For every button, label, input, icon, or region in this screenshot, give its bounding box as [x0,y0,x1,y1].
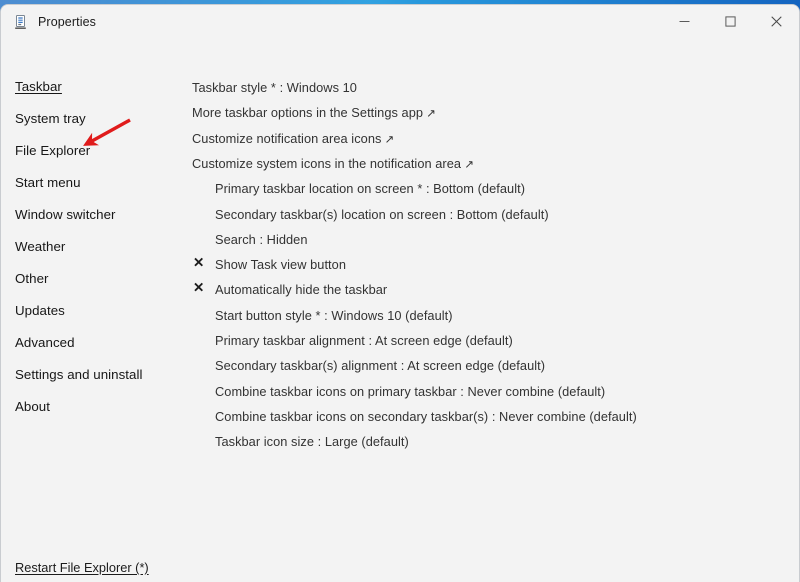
sidebar-item-window-switcher[interactable]: Window switcher [15,207,116,222]
sidebar-item-taskbar[interactable]: Taskbar [15,79,62,94]
sidebar-item-other[interactable]: Other [15,271,49,286]
option-label: Combine taskbar icons on primary taskbar… [215,383,606,399]
x-mark-icon: ✕ [193,255,205,271]
option-row[interactable]: Primary taskbar location on screen * : B… [215,181,525,196]
option-row[interactable]: Search : Hidden [215,232,308,247]
window-controls [661,5,799,38]
options-list: Taskbar style * : Windows 10 More taskbar… [187,38,799,582]
option-label: Combine taskbar icons on secondary taskb… [215,408,637,424]
option-row[interactable]: Taskbar style * : Windows 10 [192,80,357,95]
option-label: Secondary taskbar(s) location on screen … [215,206,549,222]
option-label: More taskbar options in the Settings app [192,105,424,121]
option-label: Secondary taskbar(s) alignment : At scre… [215,358,546,374]
option-label: Taskbar icon size : Large (default) [215,434,409,450]
sidebar-item-weather[interactable]: Weather [15,239,65,254]
option-label: Automatically hide the taskbar [215,282,388,298]
option-label: Taskbar style * : Windows 10 [192,80,357,95]
x-mark-icon: ✕ [193,280,205,296]
sidebar-nav: Taskbar System tray File Explorer Start men… [1,38,187,582]
option-row[interactable]: Primary taskbar alignment : At screen ed… [215,333,513,348]
option-label: Customize notification area icons [192,130,382,146]
sidebar-item-system-tray[interactable]: System tray [15,111,86,126]
title-bar: Properties [1,5,799,38]
option-label: Primary taskbar location on screen * : B… [215,181,526,197]
option-label: Primary taskbar alignment : At screen ed… [215,333,513,348]
window-title: Properties [38,14,96,29]
sidebar-item-settings-and-uninstall[interactable]: Settings and uninstall [15,367,143,382]
maximize-icon[interactable] [707,5,753,38]
option-label: Customize system icons in the notificati… [192,155,462,171]
sidebar-item-updates[interactable]: Updates [15,303,65,318]
option-label: Search : Hidden [215,231,308,247]
window-content: Taskbar System tray File Explorer Start men… [1,38,799,582]
option-row[interactable]: ✕ Automatically hide the taskbar [193,281,388,298]
option-row[interactable]: Start button style * : Windows 10 (defau… [215,308,453,323]
external-link-icon: ↗ [461,158,475,171]
sidebar-item-file-explorer[interactable]: File Explorer [15,143,90,158]
sidebar-item-about[interactable]: About [15,399,50,414]
option-row[interactable]: Secondary taskbar(s) location on screen … [215,207,549,222]
option-row[interactable]: Secondary taskbar(s) alignment : At scre… [215,358,545,373]
option-label: Start button style * : Windows 10 (defau… [215,307,453,323]
option-row[interactable]: Taskbar icon size : Large (default) [215,434,409,449]
option-row[interactable]: More taskbar options in the Settings app… [192,105,436,120]
external-link-icon: ↗ [381,133,395,146]
option-row[interactable]: Combine taskbar icons on primary taskbar… [215,384,605,399]
minimize-icon[interactable] [661,5,707,38]
option-row[interactable]: ✕ Show Task view button [193,256,346,273]
close-icon[interactable] [753,5,799,38]
external-link-icon: ↗ [423,108,436,121]
properties-window: Properties Taskbar System tray File Explor… [0,4,800,582]
sidebar-item-start-menu[interactable]: Start menu [15,175,81,190]
sidebar-item-advanced[interactable]: Advanced [15,335,75,350]
restart-file-explorer-link[interactable]: Restart File Explorer (*) [15,560,149,575]
option-label: Show Task view button [215,257,346,273]
option-row[interactable]: Customize system icons in the notificati… [192,156,474,171]
properties-document-icon [13,14,29,30]
option-row[interactable]: Combine taskbar icons on secondary taskb… [215,409,637,424]
option-row[interactable]: Customize notification area icons ↗ [192,131,394,146]
